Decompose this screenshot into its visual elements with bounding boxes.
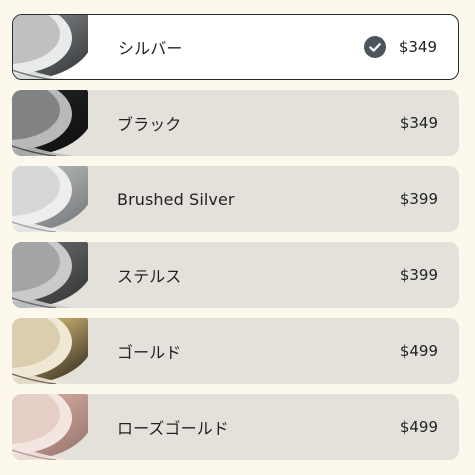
finish-option-gold[interactable]: ゴールド $499 (12, 318, 459, 384)
finish-option-name: ステルス (117, 267, 182, 286)
finish-option-price: $349 (399, 114, 438, 132)
finish-option-name: シルバー (118, 39, 183, 58)
finish-option-silver[interactable]: シルバー $349 (12, 14, 459, 80)
finish-option-price: $499 (399, 418, 438, 436)
ring-rose-gold-icon (12, 394, 88, 460)
checkmark-icon (364, 36, 386, 58)
finish-option-black[interactable]: ブラック $349 (12, 90, 459, 156)
finish-option-name: Brushed Silver (117, 189, 235, 209)
finish-option-brushed-silver[interactable]: Brushed Silver $399 (12, 166, 459, 232)
finish-option-stealth[interactable]: ステルス $399 (12, 242, 459, 308)
ring-stealth-icon (12, 242, 88, 308)
finish-option-list: シルバー $349 ブラック $349 Brushed Silver $399 … (12, 14, 459, 470)
finish-option-name: ローズゴールド (117, 419, 229, 438)
finish-option-price: $499 (399, 342, 438, 360)
ring-black-icon (12, 90, 88, 156)
ring-silver-icon (13, 15, 89, 79)
finish-option-price: $349 (398, 38, 437, 56)
ring-gold-icon (12, 318, 88, 384)
finish-option-name: ゴールド (117, 343, 182, 362)
finish-option-rose-gold[interactable]: ローズゴールド $499 (12, 394, 459, 460)
finish-option-price: $399 (399, 266, 438, 284)
finish-option-name: ブラック (117, 115, 182, 134)
finish-option-price: $399 (399, 190, 438, 208)
ring-brushed-silver-icon (12, 166, 88, 232)
